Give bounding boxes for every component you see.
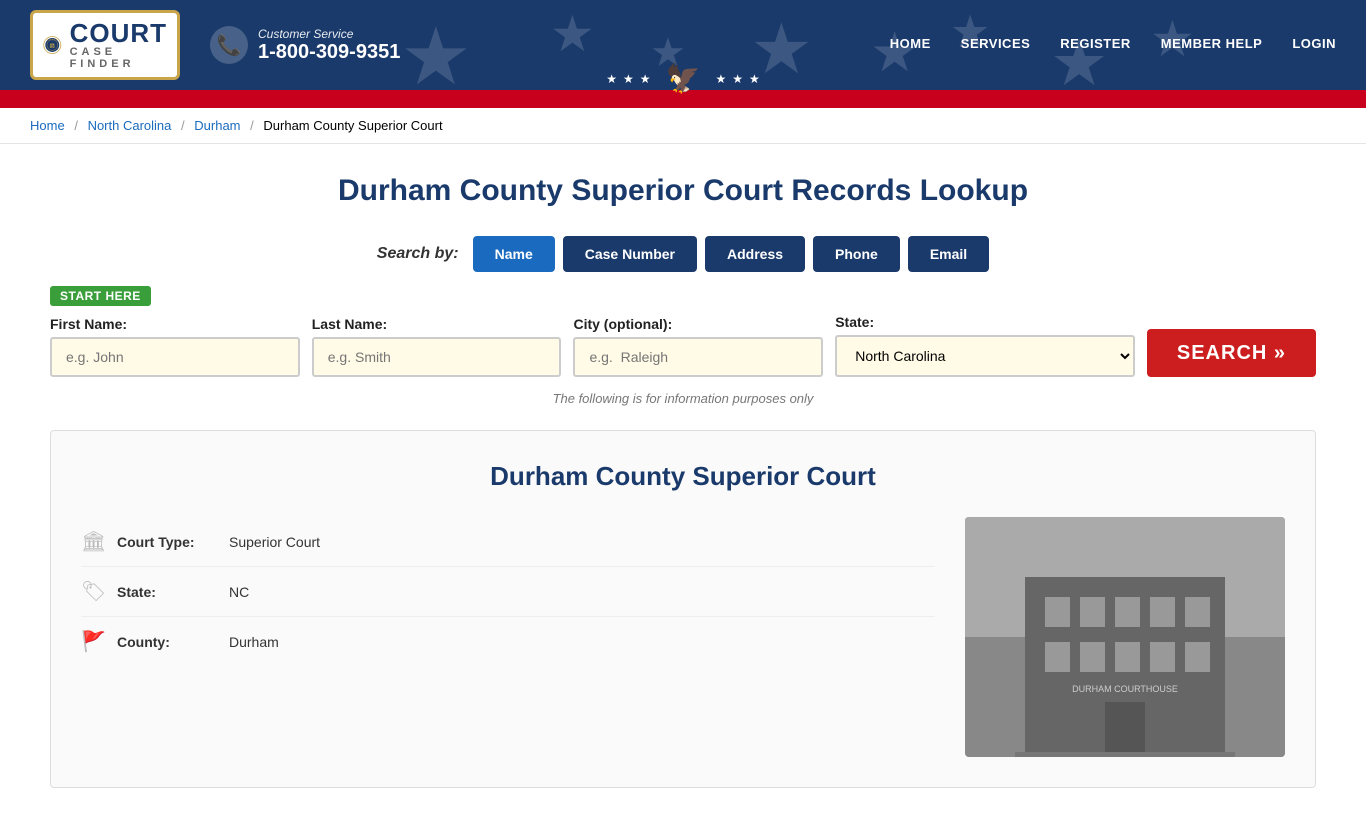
first-name-label: First Name: [50,316,300,332]
logo-seal: ⚖ ★ ★ ★ ★ ★ [43,21,62,69]
breadcrumb-county[interactable]: Durham [194,118,240,133]
phone-number: 1-800-309-9351 [258,41,400,64]
tab-email[interactable]: Email [908,236,989,272]
last-name-label: Last Name: [312,316,562,332]
state-group: State: AlabamaAlaskaArizonaArkansasCalif… [835,314,1135,377]
tab-name[interactable]: Name [473,236,555,272]
ribbon-area: ★★★ 🦅 ★★★ [0,90,1366,108]
search-button[interactable]: SEARCH » [1147,329,1316,377]
breadcrumb-sep-3: / [250,118,254,133]
court-info-details: 🏛 Court Type: Superior Court 🏷 State: NC… [81,517,935,757]
search-form: First Name: Last Name: City (optional): … [50,314,1316,377]
court-type-label: Court Type: [117,534,217,550]
search-by-label: Search by: [377,245,459,263]
court-building-image: DURHAM COURTHOUSE [965,517,1285,757]
logo-area: ⚖ ★ ★ ★ ★ ★ COURT CASE FINDER [30,10,180,80]
court-info-row-county: 🚩 County: Durham [81,617,935,666]
nav-member-help[interactable]: MEMBER HELP [1161,36,1263,55]
county-value: Durham [229,634,279,650]
stars-left: ★★★ [606,72,650,86]
state-icon: 🏷 [81,579,105,604]
state-select[interactable]: AlabamaAlaskaArizonaArkansasCaliforniaCo… [835,335,1135,377]
city-label: City (optional): [573,316,823,332]
logo-box: ⚖ ★ ★ ★ ★ ★ COURT CASE FINDER [30,10,180,80]
last-name-input[interactable] [312,337,562,377]
phone-info: Customer Service 1-800-309-9351 [258,27,400,64]
court-card-title: Durham County Superior Court [81,461,1285,492]
logo-court-label: COURT [70,20,167,46]
breadcrumb-state[interactable]: North Carolina [88,118,172,133]
court-type-value: Superior Court [229,534,320,550]
info-note: The following is for information purpose… [50,391,1316,406]
state-label: State: [835,314,1135,330]
city-input[interactable] [573,337,823,377]
county-icon: 🚩 [81,629,105,654]
main-nav: HOME SERVICES REGISTER MEMBER HELP LOGIN [890,36,1336,55]
nav-home[interactable]: HOME [890,36,931,55]
tab-address[interactable]: Address [705,236,805,272]
phone-area: 📞 Customer Service 1-800-309-9351 [210,26,400,64]
svg-text:⚖: ⚖ [50,42,56,49]
court-type-icon: 🏛 [81,529,105,554]
logo-case-finder-label: CASE FINDER [70,46,167,70]
city-group: City (optional): [573,316,823,377]
breadcrumb: Home / North Carolina / Durham / Durham … [0,108,1366,144]
phone-symbol: 📞 [217,33,242,58]
logo-text: COURT CASE FINDER [70,20,167,70]
eagle-area: ★★★ 🦅 ★★★ [606,62,759,95]
stars-right: ★★★ [715,72,759,86]
breadcrumb-sep-2: / [181,118,185,133]
start-here-badge: START HERE [50,286,151,306]
nav-register[interactable]: REGISTER [1060,36,1130,55]
first-name-group: First Name: [50,316,300,377]
first-name-input[interactable] [50,337,300,377]
court-info-row-type: 🏛 Court Type: Superior Court [81,517,935,567]
court-info-row-state: 🏷 State: NC [81,567,935,617]
tab-phone[interactable]: Phone [813,236,900,272]
breadcrumb-home[interactable]: Home [30,118,65,133]
state-info-label: State: [117,584,217,600]
eagle-icon: 🦅 [666,62,701,95]
state-info-value: NC [229,584,249,600]
svg-text:DURHAM COURTHOUSE: DURHAM COURTHOUSE [1072,684,1178,694]
phone-icon: 📞 [210,26,248,64]
breadcrumb-sep-1: / [74,118,78,133]
building-svg: DURHAM COURTHOUSE [965,517,1285,757]
last-name-group: Last Name: [312,316,562,377]
court-info-body: 🏛 Court Type: Superior Court 🏷 State: NC… [81,517,1285,757]
tab-case-number[interactable]: Case Number [563,236,697,272]
nav-login[interactable]: LOGIN [1292,36,1336,55]
phone-label: Customer Service [258,27,400,41]
nav-services[interactable]: SERVICES [961,36,1031,55]
breadcrumb-current: Durham County Superior Court [263,118,442,133]
main-content: Durham County Superior Court Records Loo… [0,144,1366,818]
county-label: County: [117,634,217,650]
court-card: Durham County Superior Court 🏛 Court Typ… [50,430,1316,788]
search-by-row: Search by: Name Case Number Address Phon… [50,236,1316,272]
page-title: Durham County Superior Court Records Loo… [50,174,1316,208]
